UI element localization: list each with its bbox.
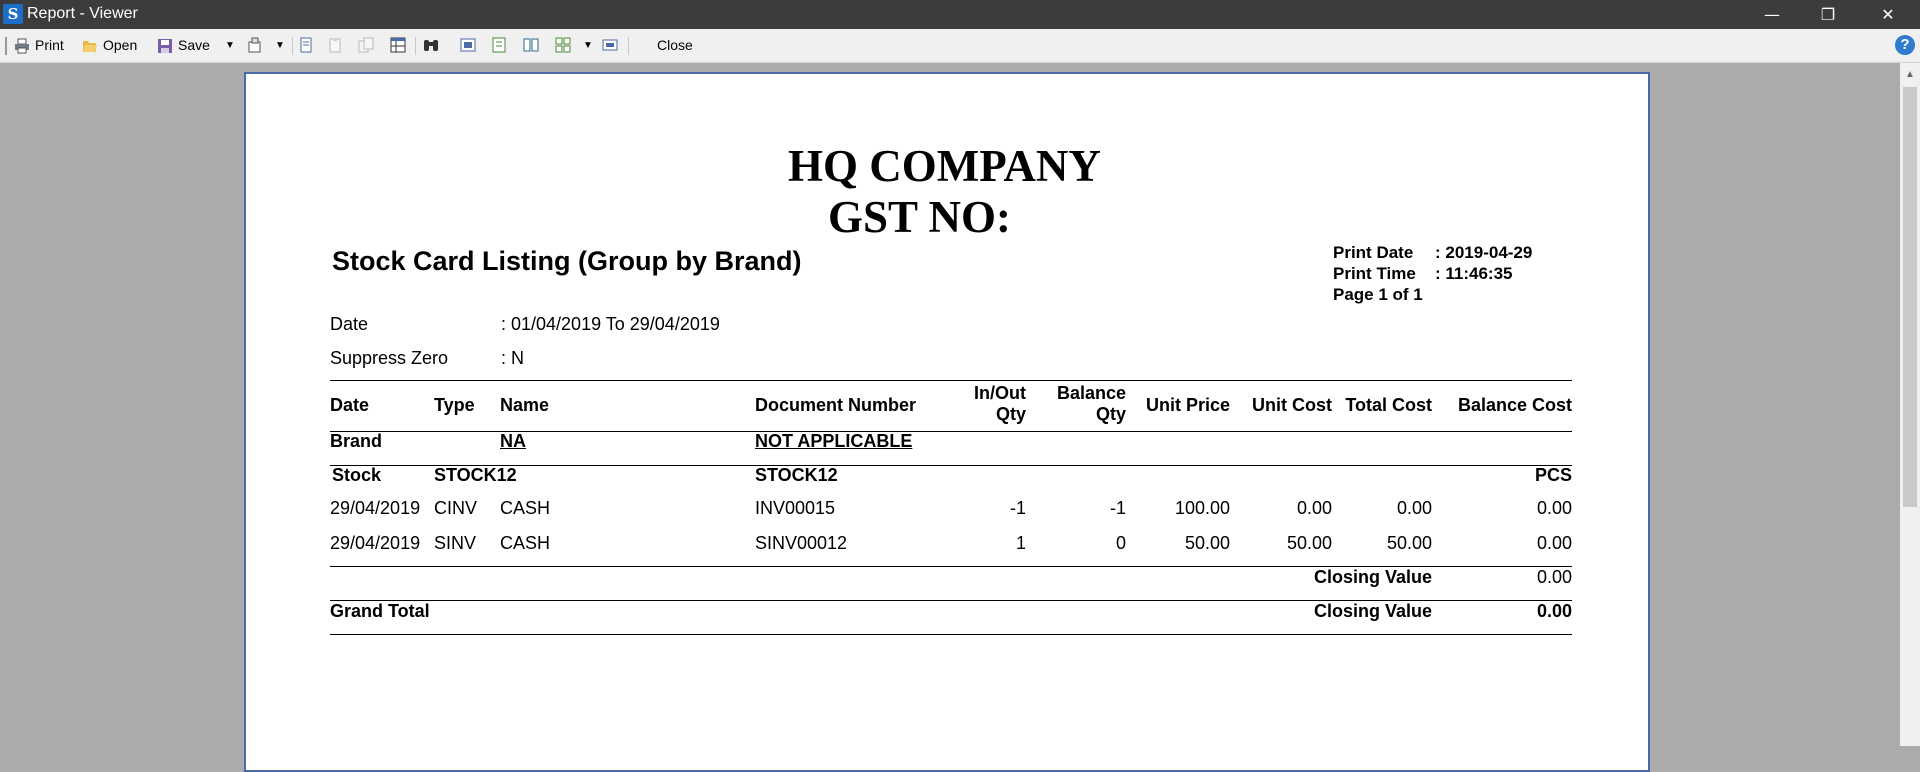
filter-suppress-zero-value: : N — [501, 348, 525, 368]
paste-icon[interactable] — [327, 37, 343, 53]
toolbar-separator — [415, 37, 416, 55]
stock-uom: PCS — [1534, 465, 1572, 485]
print-button[interactable]: Print — [14, 29, 64, 62]
row2-balance-cost: 0.00 — [1536, 533, 1572, 553]
row1-unit-price: 100.00 — [1174, 498, 1230, 518]
scroll-thumb[interactable] — [1903, 87, 1917, 507]
page-width-icon[interactable] — [491, 37, 507, 53]
save-label: Save — [178, 37, 210, 53]
row2-inout-qty: 1 — [1015, 533, 1026, 553]
brand-name: NOT APPLICABLE — [755, 431, 913, 451]
col-type: Type — [434, 395, 475, 415]
col-date: Date — [330, 395, 370, 415]
row2-date: 29/04/2019 — [330, 533, 421, 553]
toolbar-grip — [5, 37, 7, 55]
restore-button[interactable]: ❐ — [1800, 0, 1856, 29]
open-button[interactable]: Open — [82, 29, 137, 62]
row1-document-number: INV00015 — [755, 498, 836, 518]
report-page: HQ COMPANY GST NO: Stock Card Listing (G… — [244, 72, 1650, 772]
toolbar-separator — [628, 37, 629, 55]
page-icon[interactable] — [298, 37, 314, 53]
table-icon[interactable] — [390, 37, 406, 53]
filter-suppress-zero-label: Suppress Zero — [330, 348, 449, 368]
printer-icon — [15, 38, 29, 54]
row1-balance-cost: 0.00 — [1536, 498, 1572, 518]
col-unit-price: Unit Price — [1145, 395, 1230, 415]
col-balance-qty-line1: Balance — [1056, 383, 1126, 403]
filter-date-value: : 01/04/2019 To 29/04/2019 — [501, 314, 720, 334]
col-inout-qty-line1: In/Out — [974, 383, 1026, 403]
brand-label: Brand — [330, 431, 383, 451]
binoculars-icon[interactable] — [423, 37, 439, 53]
two-pages-icon[interactable] — [523, 37, 539, 53]
row1-unit-cost: 0.00 — [1296, 498, 1332, 518]
scroll-up-arrow[interactable]: ▲ — [1905, 69, 1915, 80]
col-document-number: Document Number — [755, 395, 917, 415]
row1-date: 29/04/2019 — [330, 498, 421, 518]
row2-type: SINV — [434, 533, 477, 553]
col-balance-qty-line2: Qty — [1095, 404, 1126, 424]
row1-total-cost: 0.00 — [1396, 498, 1432, 518]
single-page-icon[interactable] — [460, 37, 476, 53]
row2-total-cost: 50.00 — [1386, 533, 1432, 553]
row1-name: CASH — [500, 498, 551, 518]
grand-closing-value: 0.00 — [1536, 601, 1572, 621]
save-dropdown-arrow[interactable]: ▼ — [225, 29, 235, 62]
stock-code: STOCK12 — [434, 465, 517, 485]
row2-document-number: SINV00012 — [755, 533, 848, 553]
row2-balance-qty: 0 — [1115, 533, 1126, 553]
grand-total-label: Grand Total — [330, 601, 430, 621]
close-window-button[interactable]: ✕ — [1860, 0, 1916, 29]
print-date-label: Print Date — [1333, 243, 1414, 262]
close-report-button[interactable]: Close — [657, 29, 693, 62]
folder-open-icon — [83, 41, 97, 53]
filter-date-label: Date — [330, 314, 369, 334]
row1-type: CINV — [434, 498, 478, 518]
closing-value: 0.00 — [1536, 567, 1572, 587]
help-icon[interactable]: ? — [1895, 35, 1915, 55]
export-dropdown-arrow[interactable]: ▼ — [275, 29, 285, 62]
toolbar: Print Open Save ▼ ▼ ▼ Close ? — [0, 29, 1920, 63]
brand-code: NA — [500, 431, 526, 451]
print-time-label: Print Time — [1333, 264, 1416, 283]
table-top-rule — [330, 380, 1572, 381]
grand-closing-value-label: Closing Value — [1313, 601, 1432, 621]
closing-value-label: Closing Value — [1313, 567, 1432, 587]
col-name: Name — [500, 395, 550, 415]
print-label: Print — [35, 37, 64, 53]
page-number: Page 1 of 1 — [1333, 285, 1423, 304]
gst-number: GST NO: — [828, 192, 1011, 242]
company-name: HQ COMPANY — [788, 141, 1101, 191]
report-title: Stock Card Listing (Group by Brand) — [332, 246, 802, 276]
window-title: Report - Viewer — [27, 5, 138, 22]
col-inout-qty-line2: Qty — [995, 404, 1026, 424]
export-icon[interactable] — [247, 37, 263, 53]
multi-page-dropdown-arrow[interactable]: ▼ — [583, 29, 593, 62]
save-button[interactable]: Save — [157, 29, 210, 62]
row2-unit-cost: 50.00 — [1286, 533, 1332, 553]
grand-total-bottom-rule — [330, 634, 1572, 635]
floppy-disk-icon — [158, 39, 172, 54]
col-total-cost: Total Cost — [1345, 395, 1432, 415]
minimize-button[interactable]: — — [1744, 0, 1800, 29]
vertical-scrollbar[interactable]: ▲ — [1900, 63, 1920, 746]
row2-name: CASH — [500, 533, 551, 553]
row1-inout-qty: -1 — [1009, 498, 1026, 518]
print-date-value: : 2019-04-29 — [1435, 243, 1533, 262]
toolbar-separator — [292, 37, 293, 55]
col-balance-cost: Balance Cost — [1457, 395, 1572, 415]
open-label: Open — [103, 37, 138, 53]
copy-icon[interactable] — [358, 37, 374, 53]
full-screen-icon[interactable] — [602, 37, 618, 53]
stock-label: Stock — [332, 465, 382, 485]
print-time-value: : 11:46:35 — [1435, 264, 1513, 283]
stock-name: STOCK12 — [755, 465, 838, 485]
col-unit-cost: Unit Cost — [1252, 395, 1332, 415]
app-icon: S — [3, 4, 23, 24]
title-bar: S Report - Viewer — ❐ ✕ — [0, 0, 1920, 29]
row2-unit-price: 50.00 — [1184, 533, 1230, 553]
multi-page-icon[interactable] — [555, 37, 571, 53]
row1-balance-qty: -1 — [1109, 498, 1126, 518]
